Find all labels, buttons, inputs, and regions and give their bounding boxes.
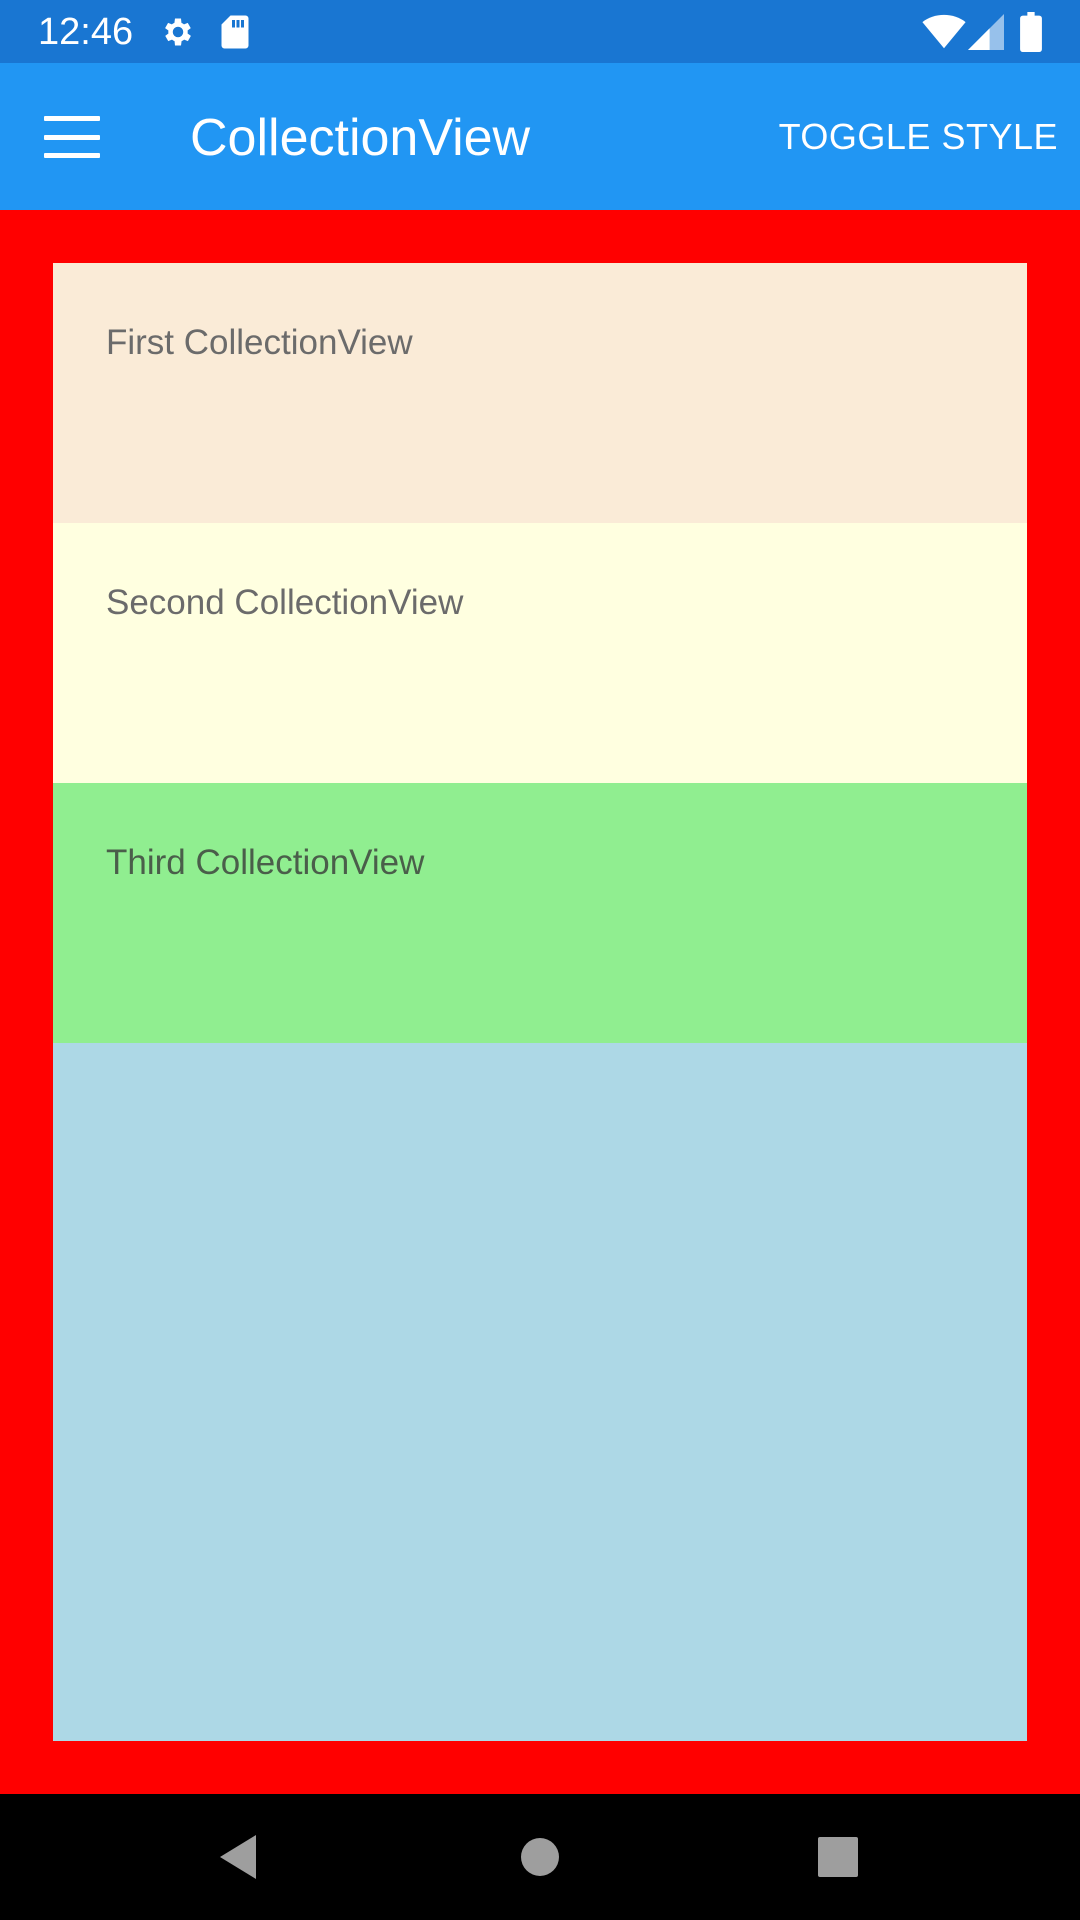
battery-icon xyxy=(1020,12,1042,52)
hamburger-icon[interactable] xyxy=(40,110,104,164)
cell-signal-icon xyxy=(968,14,1004,50)
collectionview-label: First CollectionView xyxy=(106,323,413,362)
wifi-icon xyxy=(922,14,966,50)
gear-icon xyxy=(160,14,196,50)
collectionview-label: Second CollectionView xyxy=(106,583,464,622)
collection-container: First CollectionView Second CollectionVi… xyxy=(53,263,1027,1741)
collectionview-label: Third CollectionView xyxy=(106,843,425,882)
toggle-style-button[interactable]: TOGGLE STYLE xyxy=(779,113,1058,161)
nav-bar xyxy=(0,1794,1080,1920)
page-title: CollectionView xyxy=(190,109,531,167)
recents-icon[interactable] xyxy=(810,1829,866,1885)
home-icon[interactable] xyxy=(512,1829,568,1885)
sd-card-icon xyxy=(220,14,250,50)
status-bar: 12:46 xyxy=(0,0,1080,63)
back-icon[interactable] xyxy=(212,1829,268,1885)
second-collectionview[interactable]: Second CollectionView xyxy=(53,523,1027,783)
first-collectionview[interactable]: First CollectionView xyxy=(53,263,1027,523)
third-collectionview[interactable]: Third CollectionView xyxy=(53,783,1027,1043)
page-content: First CollectionView Second CollectionVi… xyxy=(0,210,1080,1794)
status-time: 12:46 xyxy=(38,11,134,53)
app-bar: CollectionView TOGGLE STYLE xyxy=(0,63,1080,210)
